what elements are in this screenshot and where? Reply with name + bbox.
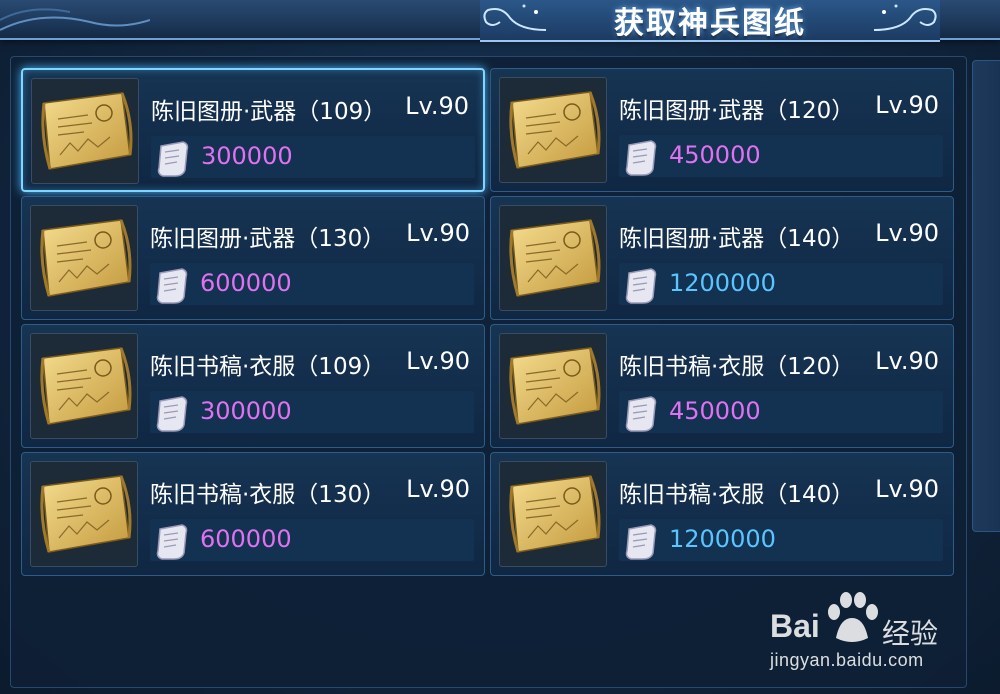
item-icon-frame	[499, 461, 607, 567]
right-ornament-icon	[873, 4, 937, 31]
item-name: 陈旧书稿·衣服（120）	[619, 354, 855, 380]
item-icon-frame	[499, 205, 607, 311]
baidu-watermark: Bai 经验 jingyan.baidu.com	[770, 590, 970, 670]
item-icon-frame	[31, 78, 139, 184]
price-bar: 600000	[150, 519, 474, 561]
item-icon-frame	[499, 77, 607, 183]
silver-scroll-currency-icon	[153, 140, 193, 182]
watermark-url: jingyan.baidu.com	[770, 650, 924, 670]
silver-scroll-currency-icon	[621, 267, 661, 309]
price-bar: 1200000	[619, 519, 943, 561]
item-card[interactable]: 陈旧书稿·衣服（120） Lv.90 450000	[490, 324, 954, 448]
item-name: 陈旧图册·武器（140）	[619, 226, 855, 252]
item-card[interactable]: 陈旧图册·武器（130） Lv.90 600000	[21, 196, 485, 320]
silver-scroll-currency-icon	[621, 139, 661, 181]
price-bar: 450000	[619, 135, 943, 177]
item-name: 陈旧图册·武器（120）	[619, 98, 855, 124]
item-price: 1200000	[669, 525, 776, 553]
item-level: Lv.90	[406, 475, 470, 503]
title-banner: 获取神兵图纸	[480, 0, 940, 42]
price-bar: 450000	[619, 391, 943, 433]
item-price: 600000	[200, 525, 292, 553]
paw-icon	[828, 592, 878, 642]
item-name: 陈旧书稿·衣服（130）	[150, 482, 386, 508]
item-name: 陈旧书稿·衣服（140）	[619, 482, 855, 508]
item-level: Lv.90	[405, 92, 469, 120]
price-bar: 300000	[151, 136, 475, 178]
watermark-logo: Bai	[770, 608, 820, 644]
silver-scroll-currency-icon	[152, 523, 192, 565]
item-price: 600000	[200, 269, 292, 297]
item-icon-frame	[30, 205, 138, 311]
item-card[interactable]: 陈旧图册·武器（109） Lv.90 300000	[21, 68, 485, 192]
silver-scroll-currency-icon	[152, 267, 192, 309]
item-name: 陈旧图册·武器（130）	[150, 226, 386, 252]
item-level: Lv.90	[875, 347, 939, 375]
price-bar: 300000	[150, 391, 474, 433]
side-panel	[972, 60, 1000, 532]
item-price: 1200000	[669, 269, 776, 297]
item-icon-frame	[30, 333, 138, 439]
silver-scroll-currency-icon	[621, 523, 661, 565]
silver-scroll-currency-icon	[152, 395, 192, 437]
item-card[interactable]: 陈旧书稿·衣服（140） Lv.90 1200000	[490, 452, 954, 576]
item-level: Lv.90	[875, 219, 939, 247]
item-name: 陈旧书稿·衣服（109）	[150, 354, 386, 380]
item-price: 300000	[201, 142, 293, 170]
item-price: 300000	[200, 397, 292, 425]
item-card[interactable]: 陈旧书稿·衣服（109） Lv.90 300000	[21, 324, 485, 448]
item-card[interactable]: 陈旧书稿·衣服（130） Lv.90 600000	[21, 452, 485, 576]
item-name: 陈旧图册·武器（109）	[151, 99, 387, 125]
corner-ornament-icon	[0, 8, 151, 31]
item-price: 450000	[669, 141, 761, 169]
item-level: Lv.90	[406, 219, 470, 247]
watermark-suffix: 经验	[882, 617, 939, 650]
item-card[interactable]: 陈旧图册·武器（140） Lv.90 1200000	[490, 196, 954, 320]
item-level: Lv.90	[875, 475, 939, 503]
item-level: Lv.90	[406, 347, 470, 375]
silver-scroll-currency-icon	[621, 395, 661, 437]
price-bar: 1200000	[619, 263, 943, 305]
item-icon-frame	[30, 461, 138, 567]
price-bar: 600000	[150, 263, 474, 305]
item-card[interactable]: 陈旧图册·武器（120） Lv.90 450000	[490, 68, 954, 192]
item-icon-frame	[499, 333, 607, 439]
item-price: 450000	[669, 397, 761, 425]
item-level: Lv.90	[875, 91, 939, 119]
top-bar: 获取神兵图纸	[0, 0, 1000, 42]
